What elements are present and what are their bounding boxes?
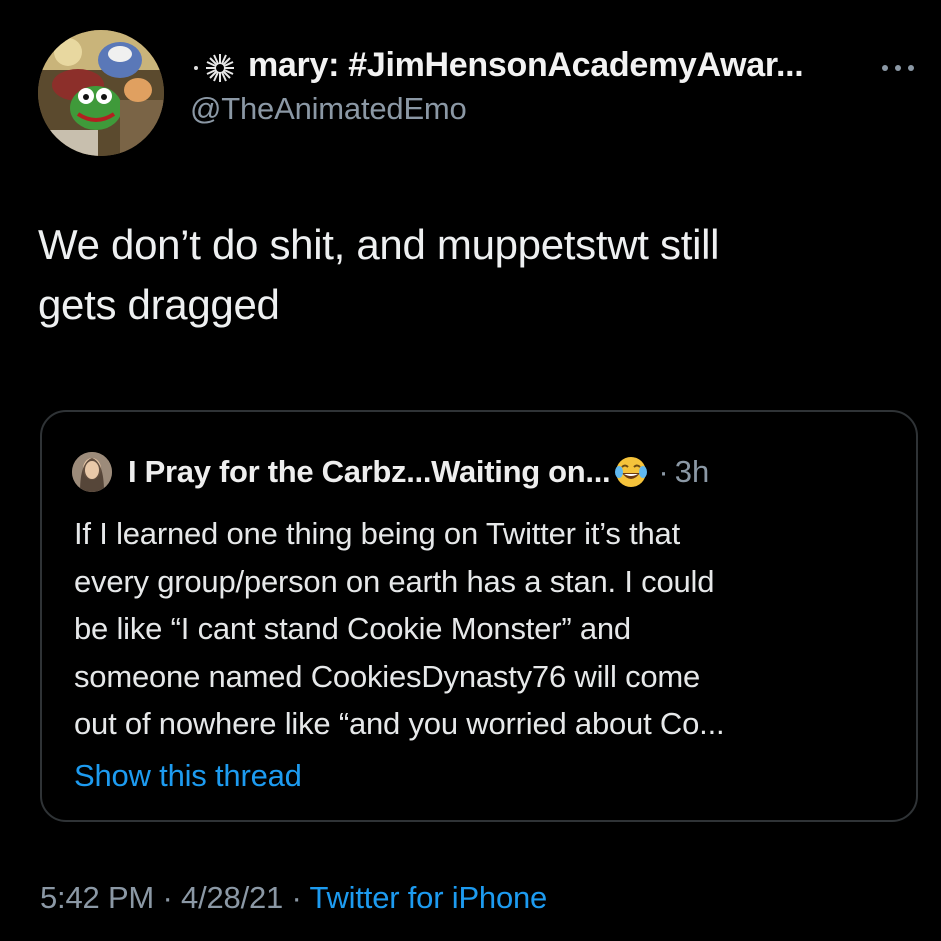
tweet-text-line: gets dragged: [38, 281, 280, 328]
tweet-time: 5:42 PM: [40, 880, 155, 915]
quoted-text-line: out of nowhere like “and you worried abo…: [74, 706, 725, 741]
tears-of-joy-emoji-icon: [614, 455, 648, 489]
quoted-text-line: If I learned one thing being on Twitter …: [74, 516, 681, 551]
quoted-tweet-card[interactable]: I Pray for the Carbz...Waiting on... · 3…: [40, 410, 918, 822]
meta-separator-dot: ·: [291, 880, 302, 915]
quoted-tweet-header: I Pray for the Carbz...Waiting on... · 3…: [72, 452, 709, 492]
tweet-meta: 5:42 PM · 4/28/21 · Twitter for iPhone: [40, 880, 547, 916]
quoted-text-line: be like “I cant stand Cookie Monster” an…: [74, 611, 631, 646]
meta-separator-dot: ·: [162, 880, 173, 915]
more-options-icon[interactable]: [878, 60, 918, 76]
author-display-name[interactable]: mary: #JimHensonAcademyAwar...: [248, 46, 804, 85]
quoted-author-avatar: [72, 452, 112, 492]
muppets-avatar-image: [38, 30, 164, 156]
tweet-text: We don’t do shit, and muppetstwt still g…: [38, 215, 908, 335]
author-avatar[interactable]: [38, 30, 164, 156]
tweet-header: mary: #JimHensonAcademyAwar... @TheAnima…: [38, 30, 918, 156]
tweet-date: 4/28/21: [181, 880, 284, 915]
quoted-author-name: I Pray for the Carbz...Waiting on...: [128, 454, 611, 489]
quoted-text-line: every group/person on earth has a stan. …: [74, 563, 715, 599]
quoted-text-line: someone named CookiesDynasty76 will come: [74, 658, 701, 694]
author-display-name-row[interactable]: mary: #JimHensonAcademyAwar...: [190, 46, 850, 85]
quoted-tweet-text: If I learned one thing being on Twitter …: [74, 510, 904, 748]
sparkle-icon: [190, 49, 240, 83]
show-thread-link[interactable]: Show this thread: [74, 758, 302, 794]
author-handle[interactable]: @TheAnimatedEmo: [190, 91, 850, 127]
quoted-separator-dot: ·: [658, 454, 669, 489]
quoted-timestamp: 3h: [674, 454, 710, 489]
tweet-text-line: We don’t do shit, and muppetstwt still: [38, 221, 720, 268]
tweet-source-link[interactable]: Twitter for iPhone: [309, 880, 547, 915]
